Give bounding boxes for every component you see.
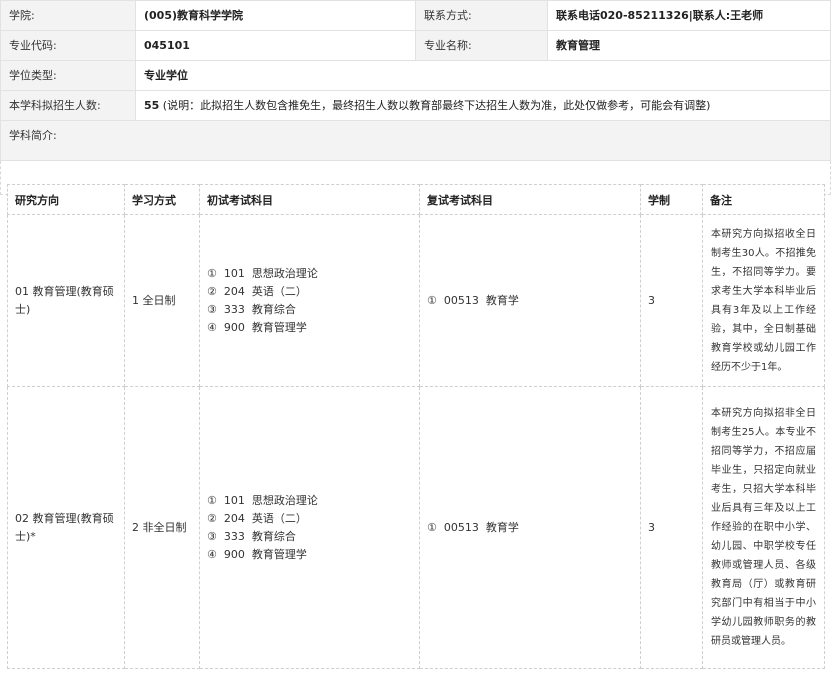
intro-label: 学科简介: [0, 120, 831, 161]
direction-cell: 01 教育管理(教育硕士) [7, 214, 125, 387]
subject-item: ② 204 英语（二） [207, 511, 307, 525]
prelim-subjects-cell: ① 101 思想政治理论 ② 204 英语（二） ③ 333 教育综合 ④ 90… [199, 214, 420, 387]
retest-subjects-cell: ① 00513 教育学 [419, 214, 641, 387]
remark-cell: 本研究方向拟招非全日制考生25人。本专业不招同等学力，不招应届毕业生，只招定向就… [702, 386, 825, 669]
mode-cell: 2 非全日制 [124, 386, 200, 669]
info-row-college: 学院: (005)教育科学学院 联系方式: 联系电话020-85211326|联… [0, 0, 831, 31]
degree-type-value: 专业学位 [135, 60, 831, 91]
table-header-row: 研究方向 学习方式 初试考试科目 复试考试科目 学制 备注 [7, 184, 825, 215]
retest-item: ① 00513 教育学 [427, 293, 519, 307]
header-mode: 学习方式 [124, 184, 200, 215]
subject-item: ④ 900 教育管理学 [207, 547, 307, 561]
info-row-degree: 学位类型: 专业学位 [0, 60, 831, 91]
header-prelim-subjects: 初试考试科目 [199, 184, 420, 215]
mode-cell: 1 全日制 [124, 214, 200, 387]
contact-value: 联系电话020-85211326|联系人:王老师 [547, 0, 831, 31]
enroll-value: 55 (说明：此拟招生人数包含推免生，最终招生人数以教育部最终下达招生人数为准，… [135, 90, 831, 121]
direction-cell: 02 教育管理(教育硕士)* [7, 386, 125, 669]
subject-item: ③ 333 教育综合 [207, 302, 296, 316]
college-value: (005)教育科学学院 [135, 0, 416, 31]
years-cell: 3 [640, 386, 703, 669]
info-row-enroll: 本学科拟招生人数: 55 (说明：此拟招生人数包含推免生，最终招生人数以教育部最… [0, 90, 831, 121]
subject-item: ③ 333 教育综合 [207, 529, 296, 543]
page: 学院: (005)教育科学学院 联系方式: 联系电话020-85211326|联… [0, 0, 834, 682]
header-direction: 研究方向 [7, 184, 125, 215]
enroll-label: 本学科拟招生人数: [0, 90, 136, 121]
program-info-table: 学院: (005)教育科学学院 联系方式: 联系电话020-85211326|联… [0, 0, 831, 195]
retest-subjects-cell: ① 00513 教育学 [419, 386, 641, 669]
header-remark: 备注 [702, 184, 825, 215]
table-row: 01 教育管理(教育硕士) 1 全日制 ① 101 思想政治理论 ② 204 英… [7, 214, 825, 387]
header-years: 学制 [640, 184, 703, 215]
info-row-major: 专业代码: 045101 专业名称: 教育管理 [0, 30, 831, 61]
major-name-value: 教育管理 [547, 30, 831, 61]
subject-item: ② 204 英语（二） [207, 284, 307, 298]
header-retest-subjects: 复试考试科目 [419, 184, 641, 215]
enroll-number: 55 [144, 98, 160, 112]
subject-item: ① 101 思想政治理论 [207, 493, 318, 507]
remark-cell: 本研究方向拟招收全日制考生30人。不招推免生，不招同等学力。要求考生大学本科毕业… [702, 214, 825, 387]
contact-label: 联系方式: [415, 0, 548, 31]
info-row-intro: 学科简介: [0, 120, 831, 161]
college-label: 学院: [0, 0, 136, 31]
subject-item: ④ 900 教育管理学 [207, 320, 307, 334]
prelim-subjects-cell: ① 101 思想政治理论 ② 204 英语（二） ③ 333 教育综合 ④ 90… [199, 386, 420, 669]
major-name-label: 专业名称: [415, 30, 548, 61]
degree-type-label: 学位类型: [0, 60, 136, 91]
enroll-note: (说明：此拟招生人数包含推免生，最终招生人数以教育部最终下达招生人数为准，此处仅… [159, 98, 711, 112]
subject-item: ① 101 思想政治理论 [207, 266, 318, 280]
research-direction-table: 研究方向 学习方式 初试考试科目 复试考试科目 学制 备注 01 教育管理(教育… [7, 184, 825, 669]
table-row: 02 教育管理(教育硕士)* 2 非全日制 ① 101 思想政治理论 ② 204… [7, 386, 825, 669]
retest-item: ① 00513 教育学 [427, 520, 519, 534]
years-cell: 3 [640, 214, 703, 387]
major-code-value: 045101 [135, 30, 416, 61]
major-code-label: 专业代码: [0, 30, 136, 61]
